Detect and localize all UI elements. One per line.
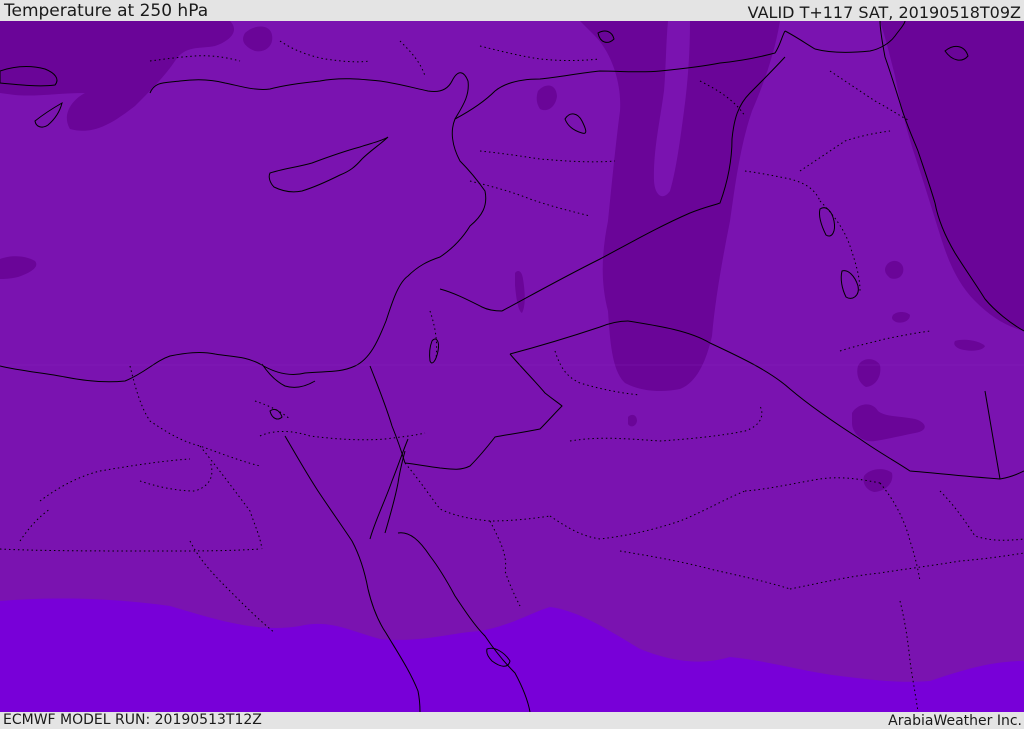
map-title: Temperature at 250 hPa [4, 1, 209, 21]
model-run-label: ECMWF MODEL RUN: 20190513T12Z [3, 712, 262, 728]
valid-time: VALID T+117 SAT, 20190518T09Z [747, 3, 1021, 22]
temperature-map[interactable] [0, 21, 1024, 712]
credit-label: ArabiaWeather Inc. [888, 713, 1022, 729]
map-canvas[interactable] [0, 21, 1024, 712]
footer-bar: ECMWF MODEL RUN: 20190513T12Z ArabiaWeat… [0, 712, 1024, 729]
header-bar: Temperature at 250 hPa VALID T+117 SAT, … [0, 0, 1024, 21]
